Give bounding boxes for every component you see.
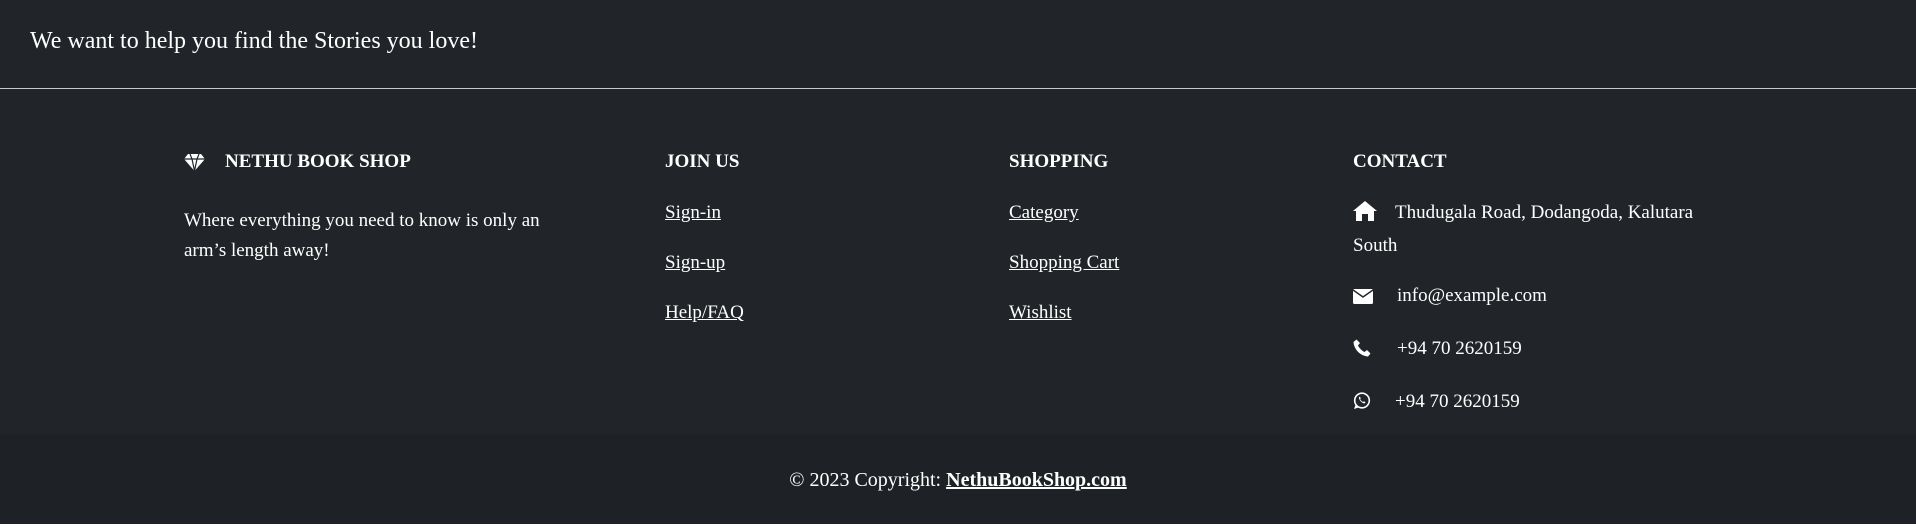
phone-text: +94 70 2620159 — [1397, 338, 1522, 359]
tagline-band: We want to help you find the Stories you… — [0, 0, 1916, 89]
shopping-column: SHOPPING Category Shopping Cart Wishlist — [1009, 151, 1119, 348]
site-link[interactable]: NethuBookShop.com — [946, 469, 1127, 491]
contact-email: info@example.com — [1352, 281, 1733, 314]
contact-heading: CONTACT — [1353, 151, 1447, 172]
category-link[interactable]: Category — [1009, 198, 1119, 248]
sign-up-link[interactable]: Sign-up — [665, 248, 744, 298]
copyright-band: © 2023 Copyright: NethuBookShop.com — [0, 434, 1916, 524]
contact-column: CONTACT Thudugala Road, Dodangoda, Kalut… — [1352, 151, 1733, 420]
join-us-heading: JOIN US — [665, 151, 740, 172]
help-faq-link[interactable]: Help/FAQ — [665, 298, 744, 348]
email-text: info@example.com — [1397, 285, 1547, 306]
contact-phone: +94 70 2620159 — [1353, 334, 1733, 367]
brand-heading: NETHU BOOK SHOP — [184, 151, 584, 173]
whatsapp-text: +94 70 2620159 — [1395, 391, 1520, 412]
contact-whatsapp: +94 70 2620159 — [1353, 387, 1733, 420]
tagline: We want to help you find the Stories you… — [30, 28, 478, 54]
copyright: © 2023 Copyright: NethuBookShop.com — [0, 467, 1916, 493]
brand-description: Where everything you need to know is onl… — [184, 210, 540, 261]
whatsapp-icon — [1353, 390, 1371, 420]
envelope-icon — [1352, 284, 1374, 314]
copyright-prefix: © 2023 Copyright: — [789, 469, 942, 491]
shopping-links: Category Shopping Cart Wishlist — [1009, 198, 1119, 348]
contact-address: Thudugala Road, Dodangoda, Kalutara Sout… — [1353, 198, 1733, 261]
wishlist-link[interactable]: Wishlist — [1009, 298, 1119, 348]
join-us-column: JOIN US Sign-in Sign-up Help/FAQ — [665, 151, 744, 348]
join-us-links: Sign-in Sign-up Help/FAQ — [665, 198, 744, 348]
site-footer: We want to help you find the Stories you… — [0, 0, 1916, 524]
gem-icon — [184, 153, 205, 171]
phone-icon — [1353, 337, 1371, 367]
brand-column: NETHU BOOK SHOP Where everything you nee… — [184, 151, 584, 266]
shopping-heading: SHOPPING — [1009, 151, 1109, 172]
home-icon — [1353, 201, 1377, 231]
shopping-cart-link[interactable]: Shopping Cart — [1009, 248, 1119, 298]
footer-columns: NETHU BOOK SHOP Where everything you nee… — [0, 89, 1916, 433]
sign-in-link[interactable]: Sign-in — [665, 198, 744, 248]
address-text: Thudugala Road, Dodangoda, Kalutara Sout… — [1353, 202, 1694, 256]
brand-name: NETHU BOOK SHOP — [225, 151, 411, 172]
